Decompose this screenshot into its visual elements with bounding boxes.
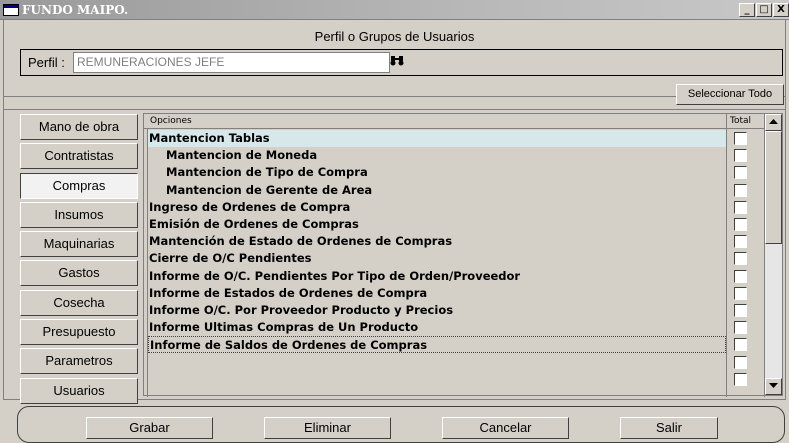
- list-item[interactable]: Informe O/C. Por Proveedor Producto y Pr…: [148, 302, 726, 319]
- list-item[interactable]: [148, 354, 726, 371]
- total-checkbox[interactable]: [734, 286, 747, 300]
- options-grid: Opciones Total Mantencion Tablas Mantenci…: [143, 113, 783, 397]
- scroll-down-button[interactable]: [765, 378, 782, 395]
- grid-header: Opciones Total: [144, 114, 764, 129]
- tab-mano-de-obra[interactable]: Mano de obra: [20, 114, 138, 140]
- maximize-button[interactable]: □: [756, 3, 772, 17]
- list-item[interactable]: Ingreso de Ordenes de Compra: [148, 199, 726, 216]
- total-checkbox[interactable]: [734, 304, 747, 317]
- perfil-label: Perfil :: [28, 55, 65, 70]
- scroll-up-button[interactable]: [765, 114, 782, 131]
- tab-contratistas[interactable]: Contratistas: [20, 143, 138, 170]
- exit-button[interactable]: Salir: [620, 417, 718, 439]
- column-divider: [726, 129, 727, 397]
- list-item[interactable]: Mantención de Estado de Ordenes de Compr…: [148, 233, 726, 250]
- list-item[interactable]: Mantencion de Moneda: [148, 147, 726, 164]
- arrow-down-icon: [769, 383, 778, 388]
- list-item[interactable]: Informe de Saldos de Ordenes de Compras: [148, 336, 726, 354]
- list-item[interactable]: Cierre de O/C Pendientes: [148, 250, 726, 267]
- list-item[interactable]: Mantencion Tablas: [148, 130, 726, 147]
- list-item[interactable]: Informe Ultimas Compras de Un Producto: [148, 319, 726, 336]
- module-tabs: Mano de obra Contratistas Compras Insumo…: [20, 114, 138, 407]
- list-item[interactable]: Informe de Estados de Ordenes de Compra: [148, 285, 726, 302]
- page-title: Perfil o Grupos de Usuarios: [314, 29, 475, 44]
- total-checkbox[interactable]: [734, 338, 747, 352]
- tab-compras[interactable]: Compras: [20, 172, 138, 199]
- delete-button[interactable]: Eliminar: [264, 417, 391, 439]
- total-checkbox[interactable]: [734, 218, 747, 231]
- total-checkbox[interactable]: [734, 132, 747, 145]
- total-checkbox[interactable]: [734, 269, 747, 283]
- perfil-field[interactable]: REMUNERACIONES JEFE: [73, 52, 390, 73]
- search-icon[interactable]: [390, 54, 404, 70]
- tab-presupuesto[interactable]: Presupuesto: [20, 319, 138, 346]
- total-checkbox[interactable]: [734, 200, 747, 214]
- list-item[interactable]: Emisión de Ordenes de Compras: [148, 216, 726, 233]
- column-header-opciones: Opciones: [150, 116, 192, 126]
- total-checkbox[interactable]: [734, 183, 747, 197]
- total-checkbox[interactable]: [734, 235, 747, 249]
- total-checkbox[interactable]: [734, 372, 747, 386]
- window-app-icon: [3, 4, 19, 16]
- arrow-up-icon: [769, 119, 778, 124]
- total-checkbox[interactable]: [734, 252, 747, 266]
- scrollbar-thumb[interactable]: [765, 131, 782, 244]
- list-item[interactable]: Informe de O/C. Pendientes Por Tipo de O…: [148, 268, 726, 285]
- vertical-scrollbar[interactable]: [765, 114, 782, 395]
- select-all-button[interactable]: Seleccionar Todo: [676, 84, 784, 105]
- window-title: FUNDO MAIPO.: [22, 3, 129, 17]
- total-checkbox[interactable]: [734, 149, 747, 163]
- tab-parametros[interactable]: Parametros: [20, 348, 138, 375]
- list-item[interactable]: Mantencion de Gerente de Area: [148, 182, 726, 199]
- total-checkbox[interactable]: [734, 355, 747, 369]
- tab-cosecha[interactable]: Cosecha: [20, 289, 138, 316]
- cancel-button[interactable]: Cancelar: [442, 417, 569, 439]
- tab-gastos[interactable]: Gastos: [20, 260, 138, 287]
- close-button[interactable]: X: [773, 3, 789, 17]
- tab-maquinarias[interactable]: Maquinarias: [20, 231, 138, 258]
- tab-insumos[interactable]: Insumos: [20, 201, 138, 228]
- list-item[interactable]: Mantencion de Tipo de Compra: [148, 164, 726, 181]
- minimize-button[interactable]: _: [739, 3, 755, 17]
- column-header-total: Total: [726, 114, 761, 129]
- total-checkbox[interactable]: [734, 321, 747, 335]
- title-bar: FUNDO MAIPO. _ □ X: [0, 0, 789, 20]
- tab-usuarios[interactable]: Usuarios: [20, 377, 138, 404]
- list-item[interactable]: [148, 371, 726, 388]
- save-button[interactable]: Grabar: [86, 417, 213, 439]
- total-checkbox[interactable]: [734, 166, 747, 180]
